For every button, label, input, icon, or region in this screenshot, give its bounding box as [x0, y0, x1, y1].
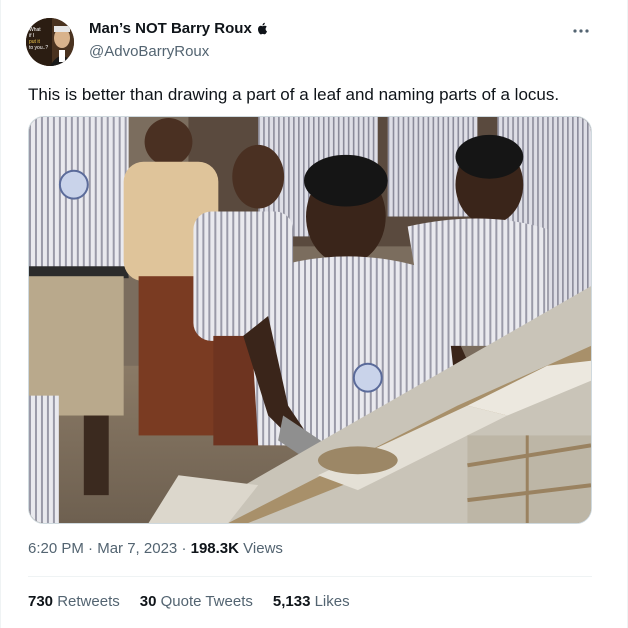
svg-text:to you..?: to you..? — [29, 45, 48, 51]
likes-count: 5,133 — [272, 593, 311, 610]
author-name-row[interactable]: Man’s NOT Barry Roux — [89, 20, 268, 37]
tweet-timestamp-link[interactable]: 6:20 PM · Mar 7, 2023 — [28, 540, 177, 557]
tweet-date: Mar 7, 2023 — [97, 540, 178, 557]
avatar-image: What if I put it to you..? — [26, 18, 74, 66]
views-label: Views — [243, 540, 283, 557]
quote-tweets-count: 30 — [139, 593, 157, 610]
quote-tweets-label: Quote Tweets — [160, 593, 253, 610]
divider — [28, 576, 592, 577]
retweets-count: 730 — [28, 593, 54, 610]
retweets-stat[interactable]: 730 Retweets — [28, 593, 120, 610]
tweet-photo[interactable] — [28, 116, 592, 524]
tweet-time: 6:20 PM — [28, 540, 84, 557]
tweet-stats: 730 Retweets 30 Quote Tweets 5,133 Likes — [28, 593, 350, 610]
more-horizontal-icon — [573, 29, 589, 33]
meta-separator-2: · — [181, 540, 187, 557]
retweets-label: Retweets — [57, 593, 120, 610]
tweet-text: This is better than drawing a part of a … — [28, 85, 560, 104]
views-count[interactable]: 198.3K — [191, 540, 239, 557]
likes-stat[interactable]: 5,133 Likes — [273, 593, 350, 610]
likes-label: Likes — [314, 593, 350, 610]
quote-tweets-stat[interactable]: 30 Quote Tweets — [140, 593, 253, 610]
author-display-name[interactable]: Man’s NOT Barry Roux — [89, 20, 252, 37]
apple-logo-icon — [257, 22, 268, 35]
author-avatar[interactable]: What if I put it to you..? — [26, 18, 74, 66]
meta-separator: · — [88, 540, 94, 557]
tweet-meta: 6:20 PM · Mar 7, 2023 · 198.3K Views — [28, 540, 283, 557]
more-options-button[interactable] — [569, 22, 593, 40]
tweet-card: What if I put it to you..? Man’s NOT Bar… — [0, 0, 628, 628]
author-handle[interactable]: @AdvoBarryRoux — [89, 43, 209, 60]
photo-illustration — [29, 117, 591, 523]
